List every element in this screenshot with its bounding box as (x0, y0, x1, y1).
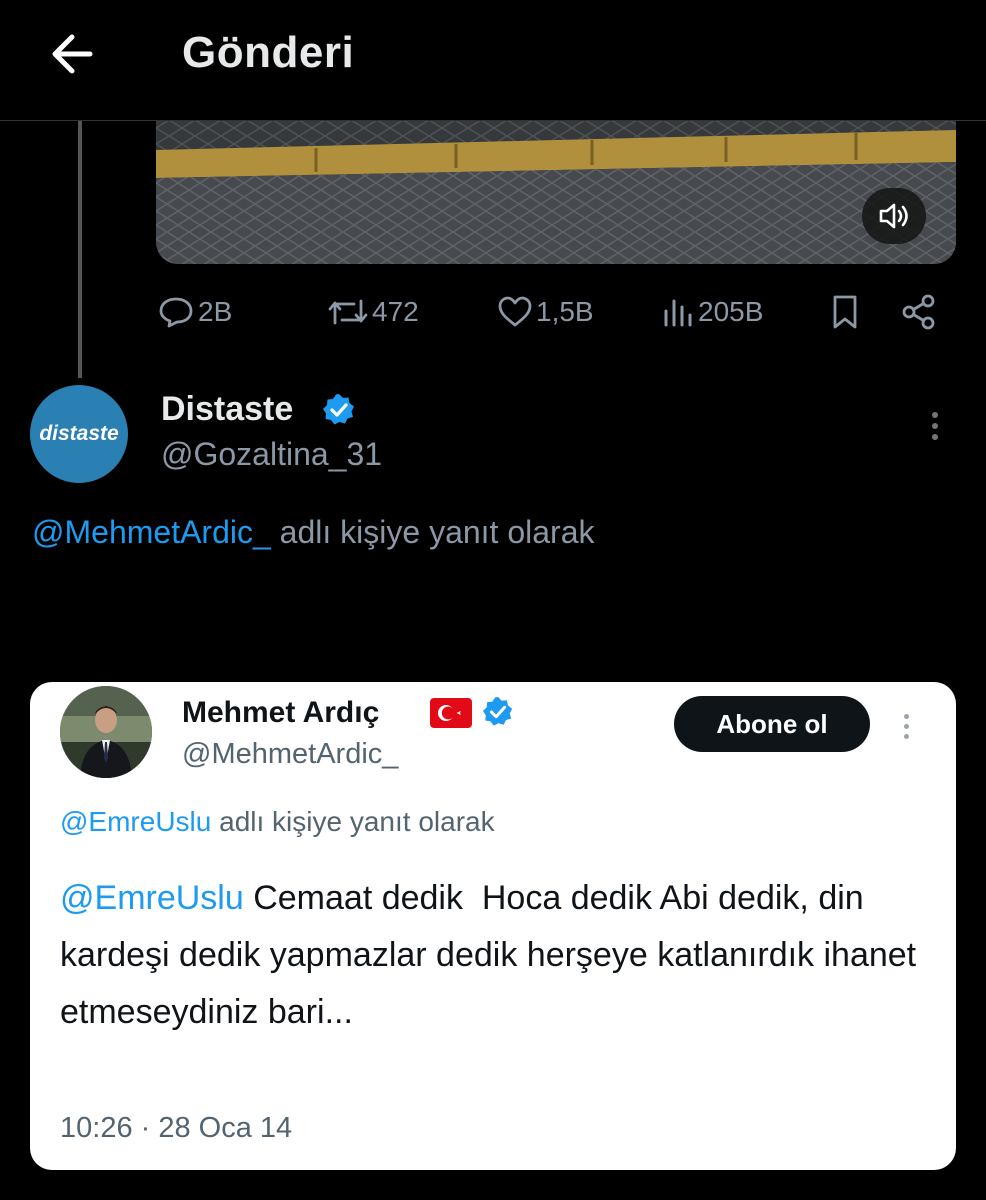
reply-count: 2B (198, 296, 233, 327)
views-button[interactable]: 205B (660, 284, 763, 340)
thread-connector-line (78, 120, 82, 378)
embedded-reply-context-text: adlı kişiye yanıt olarak (211, 806, 495, 837)
embedded-tweet-image[interactable]: Mehmet Ardıç @MehmetArdic_ Abone ol @Emr… (30, 682, 956, 1170)
page-title: Gönderi (182, 28, 355, 77)
repost-icon (328, 299, 368, 325)
mute-button[interactable] (862, 188, 926, 244)
like-count: 1,5B (536, 296, 594, 327)
avatar-logo-text: distaste (39, 422, 119, 445)
share-button[interactable] (900, 284, 938, 340)
embedded-text-mention: @EmreUslu (60, 879, 244, 917)
more-icon (932, 412, 938, 418)
avatar[interactable]: distaste (30, 385, 128, 483)
repost-count: 472 (372, 296, 419, 327)
share-icon (902, 294, 935, 330)
embedded-author-name: Mehmet Ardıç (182, 696, 380, 729)
volume-icon (879, 203, 908, 229)
embedded-tweet-text: @EmreUslu Cemaat dedik Hoca dedik Abi de… (60, 870, 920, 1041)
author-name[interactable]: Distaste (161, 390, 293, 429)
reply-context: @MehmetArdic_ adlı kişiye yanıt olarak (32, 514, 594, 551)
back-button[interactable] (42, 24, 102, 84)
reply-button[interactable]: 2B (156, 284, 232, 340)
reply-context-text: adlı kişiye yanıt olarak (270, 514, 595, 550)
embedded-reply-context: @EmreUslu adlı kişiye yanıt olarak (60, 806, 495, 838)
reply-icon (159, 297, 193, 328)
like-button[interactable]: 1,5B (496, 284, 594, 340)
top-bar: Gönderi (0, 0, 986, 121)
more-options-button[interactable] (920, 404, 950, 448)
more-icon (903, 713, 909, 719)
views-icon (664, 299, 692, 327)
bookmark-button[interactable] (828, 284, 862, 340)
views-count: 205B (698, 296, 764, 327)
embedded-author-handle: @MehmetArdic_ (182, 738, 399, 770)
bookmark-icon (833, 295, 857, 329)
embedded-reply-to-link: @EmreUslu (60, 806, 212, 837)
repost-button[interactable]: 472 (326, 284, 419, 340)
verified-icon (482, 696, 513, 726)
follow-button: Abone ol (674, 696, 870, 752)
embedded-timestamp: 10:26 · 28 Oca 14 (60, 1112, 293, 1144)
back-arrow-icon (52, 34, 93, 74)
embedded-avatar (60, 686, 152, 778)
turkey-flag-icon (430, 698, 472, 728)
video-frame (156, 120, 956, 264)
reply-to-link[interactable]: @MehmetArdic_ (32, 514, 271, 550)
embedded-more-button (894, 706, 918, 746)
post-action-bar: 2B 472 1,5B 205B (156, 284, 946, 340)
verified-icon (323, 394, 354, 425)
post-video[interactable] (156, 120, 956, 264)
author-handle[interactable]: @Gozaltina_31 (161, 436, 382, 473)
like-icon (498, 296, 532, 327)
